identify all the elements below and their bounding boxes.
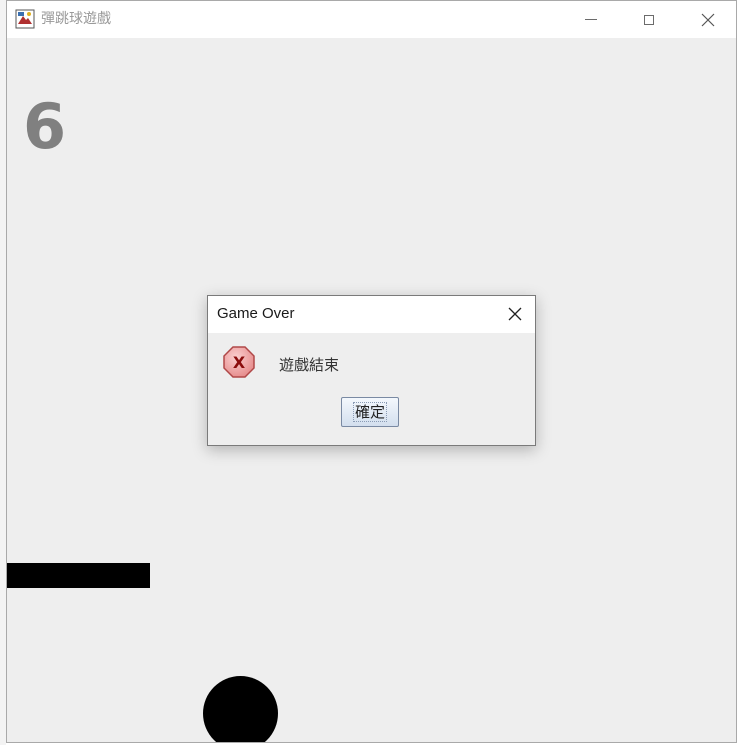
ok-button-label: 確定 [352,402,387,422]
ball [203,676,278,742]
error-icon-glyph: X [233,353,246,372]
maximize-icon [644,14,654,25]
close-icon [508,307,522,321]
score-display: 6 [23,90,67,163]
close-button[interactable] [679,1,736,38]
dialog-titlebar[interactable]: Game Over [208,296,535,333]
minimize-icon [585,19,597,20]
window-title: 彈跳球遊戲 [41,11,111,27]
dialog-title: Game Over [217,305,295,322]
maximize-button[interactable] [620,1,678,38]
error-icon: X [223,346,255,378]
java-app-icon [15,9,35,29]
paddle[interactable] [7,563,150,588]
ok-button[interactable]: 確定 [341,397,399,427]
minimize-button[interactable] [562,1,620,38]
close-icon [701,13,715,26]
game-over-dialog: Game Over X 遊戲結束 確定 [207,295,536,446]
dialog-message: 遊戲結束 [279,356,340,374]
dialog-close-button[interactable] [503,302,527,326]
window-titlebar[interactable]: 彈跳球遊戲 [7,1,736,38]
